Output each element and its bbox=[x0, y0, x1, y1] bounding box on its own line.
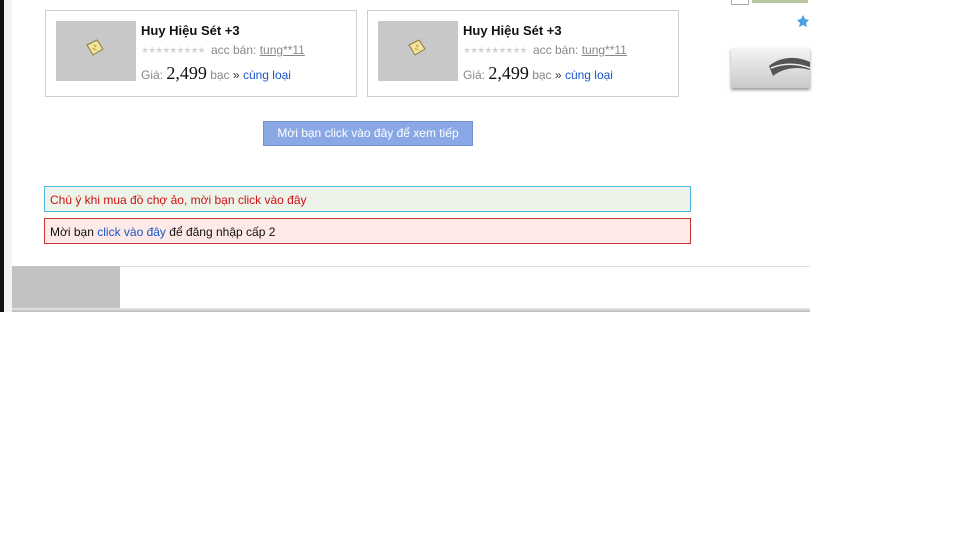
price-label: Giá: bbox=[141, 68, 164, 82]
emblem-icon bbox=[769, 57, 810, 76]
item-name[interactable]: Huy Hiệu Sét +3 bbox=[141, 23, 240, 38]
price-label: Giá: bbox=[463, 68, 486, 82]
price-value: 2,499 bbox=[488, 63, 529, 83]
warning-notice[interactable]: Chú ý khi mua đồ chợ ảo, mời bạn click v… bbox=[44, 186, 691, 212]
item-thumbnail[interactable] bbox=[378, 21, 458, 81]
lightning-badge-icon bbox=[86, 39, 104, 56]
left-gutter bbox=[4, 0, 12, 312]
item-name[interactable]: Huy Hiệu Sét +3 bbox=[463, 23, 562, 38]
blue-star-icon bbox=[797, 15, 809, 27]
footer-block bbox=[12, 266, 120, 312]
same-type-link[interactable]: cùng loại bbox=[565, 68, 613, 82]
price-value: 2,499 bbox=[166, 63, 207, 83]
page: Huy Hiệu Sét +3 ★★★★★★★★★ acc bán: tung*… bbox=[0, 0, 810, 312]
item-seller-row: ★★★★★★★★★ acc bán: tung**11 bbox=[141, 43, 305, 57]
item-price-row: Giá: 2,499 bạc » cùng loại bbox=[141, 63, 291, 84]
login-notice: Mời bạn click vào đây để đăng nhập cấp 2 bbox=[44, 218, 691, 244]
login-link[interactable]: click vào đây bbox=[97, 225, 166, 239]
item-thumbnail[interactable] bbox=[56, 21, 136, 81]
footer-bottom-edge bbox=[12, 308, 810, 312]
seller-label: acc bán: bbox=[210, 43, 257, 57]
raquo-icon: » bbox=[554, 68, 562, 82]
currency: bạc bbox=[210, 68, 230, 82]
item-seller-row: ★★★★★★★★★ acc bán: tung**11 bbox=[463, 43, 627, 57]
lightning-badge-icon bbox=[408, 39, 426, 56]
rating-stars: ★★★★★★★★★ bbox=[141, 45, 206, 55]
seller-link[interactable]: tung**11 bbox=[260, 43, 305, 57]
rating-stars: ★★★★★★★★★ bbox=[463, 45, 528, 55]
currency: bạc bbox=[532, 68, 552, 82]
item-card[interactable]: Huy Hiệu Sét +3 ★★★★★★★★★ acc bán: tung*… bbox=[367, 10, 679, 97]
sidebar-checkbox[interactable] bbox=[731, 0, 749, 5]
sidebar-text-fragment bbox=[752, 0, 808, 3]
item-price-row: Giá: 2,499 bạc » cùng loại bbox=[463, 63, 613, 84]
same-type-link[interactable]: cùng loại bbox=[243, 68, 291, 82]
seller-label: acc bán: bbox=[532, 43, 579, 57]
footer-divider bbox=[12, 266, 810, 267]
item-card[interactable]: Huy Hiệu Sét +3 ★★★★★★★★★ acc bán: tung*… bbox=[45, 10, 357, 97]
sidebar-banner[interactable] bbox=[731, 48, 810, 88]
seller-link[interactable]: tung**11 bbox=[582, 43, 627, 57]
raquo-icon: » bbox=[232, 68, 240, 82]
load-more-button[interactable]: Mời bạn click vào đây để xem tiếp bbox=[263, 121, 473, 146]
login-notice-prefix: Mời bạn bbox=[50, 225, 94, 239]
login-notice-suffix: để đăng nhập cấp 2 bbox=[169, 225, 276, 239]
